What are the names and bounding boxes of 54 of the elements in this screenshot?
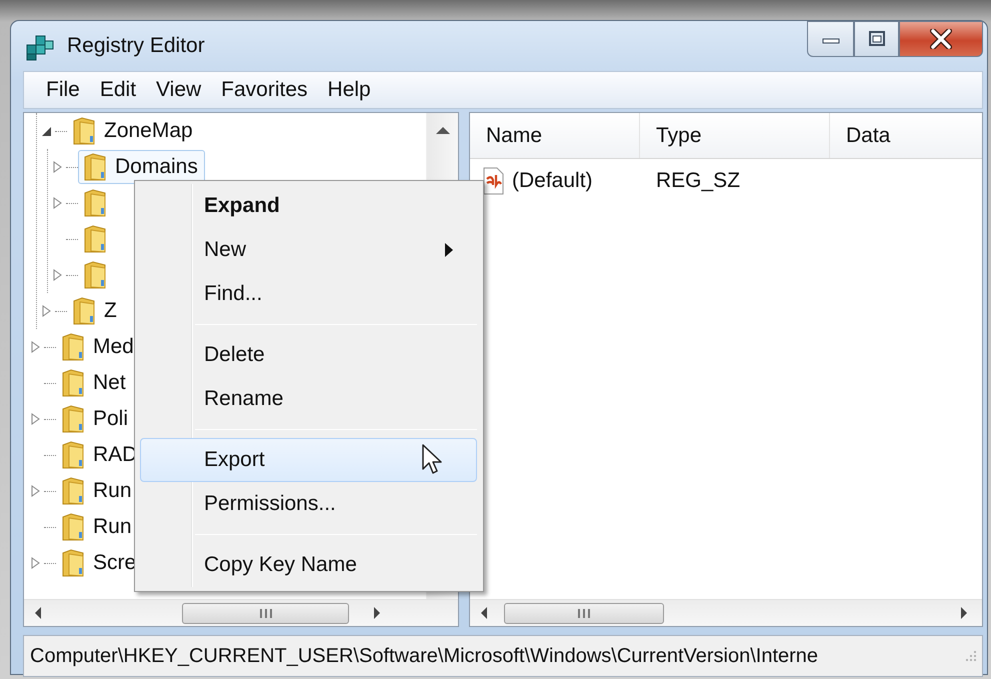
maximize-icon: [866, 30, 886, 48]
column-header[interactable]: Name: [470, 113, 640, 158]
grip-icon: [258, 607, 274, 619]
folder-icon: [83, 188, 107, 218]
status-text: Computer\HKEY_CURRENT_USER\Software\Microsoft\Windows\CurrentVersion\Interne: [30, 644, 818, 669]
menu-item[interactable]: Rename: [140, 377, 477, 421]
folder-icon: [72, 296, 96, 326]
scroll-up-icon[interactable]: [434, 125, 450, 135]
tree-item[interactable]: ZoneMap: [67, 114, 200, 148]
folder-icon: [72, 116, 96, 146]
tree-item[interactable]: Poli: [56, 402, 136, 436]
resize-grip-icon[interactable]: [964, 649, 978, 663]
menu-item[interactable]: Find...: [140, 272, 477, 316]
menu-item[interactable]: Favorites: [211, 74, 318, 106]
folder-icon: [83, 224, 107, 254]
folder-icon: [61, 440, 85, 470]
scroll-right-icon[interactable]: [958, 606, 970, 620]
menu-item[interactable]: Copy Key Name: [140, 543, 477, 587]
folder-icon: [61, 332, 85, 362]
horizontal-scrollbar[interactable]: [24, 599, 458, 626]
menu-item[interactable]: Edit: [90, 74, 146, 106]
folder-icon: [61, 476, 85, 506]
menu-item[interactable]: Export: [140, 438, 477, 482]
maximize-button[interactable]: [854, 21, 899, 57]
menu-item[interactable]: Help: [318, 74, 381, 106]
close-button[interactable]: [899, 21, 983, 57]
folder-icon: [83, 260, 107, 290]
folder-icon: [61, 404, 85, 434]
menu-item[interactable]: Delete: [140, 333, 477, 377]
menu-item[interactable]: Permissions...: [140, 482, 477, 526]
window-title: Registry Editor: [67, 33, 205, 60]
column-header[interactable]: Data: [830, 113, 982, 158]
tree-item[interactable]: Domains: [78, 150, 205, 184]
scroll-thumb[interactable]: [504, 602, 664, 624]
value-name: (Default): [512, 168, 593, 194]
minimize-button[interactable]: [807, 21, 854, 57]
folder-icon: [61, 512, 85, 542]
tree-item[interactable]: Net: [56, 366, 133, 400]
scroll-thumb[interactable]: [182, 602, 349, 624]
folder-icon: [61, 548, 85, 578]
folder-icon: [61, 368, 85, 398]
horizontal-scrollbar[interactable]: [470, 599, 982, 626]
menu-item[interactable]: File: [36, 74, 90, 106]
value-type: REG_SZ: [655, 168, 740, 194]
scroll-right-icon[interactable]: [371, 606, 383, 620]
menu-item[interactable]: View: [146, 74, 212, 106]
close-icon: [930, 29, 952, 49]
menu-item[interactable]: Expand: [140, 184, 477, 228]
tree-item[interactable]: Z: [67, 294, 124, 328]
grip-icon: [576, 607, 592, 619]
folder-icon: [83, 152, 107, 182]
column-header[interactable]: Type: [640, 113, 830, 158]
menu-item[interactable]: New: [140, 228, 477, 272]
mouse-pointer-icon: [421, 444, 443, 476]
